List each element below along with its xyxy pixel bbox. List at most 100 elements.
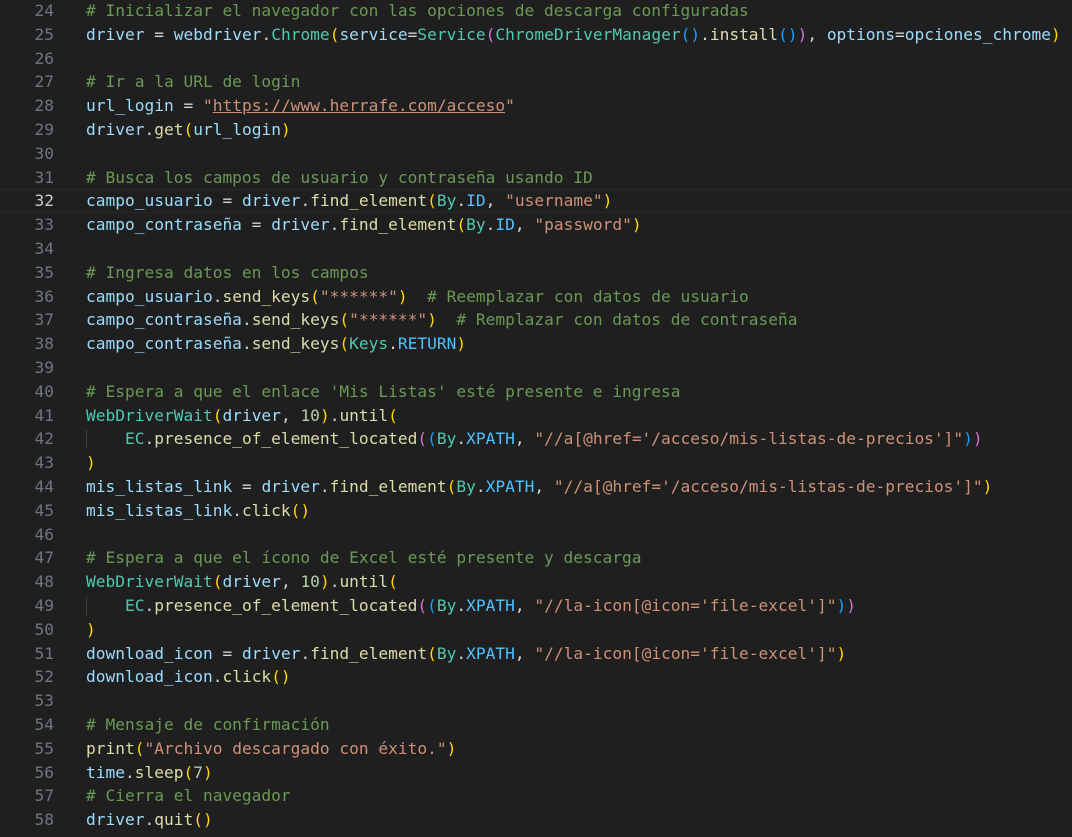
code-text: campo_usuario.send_keys("******") # Reem… xyxy=(86,285,749,309)
line-number: 27 xyxy=(34,72,55,92)
code-line[interactable]: 29 driver.get(url_login) xyxy=(0,118,1072,142)
code-text: EC.presence_of_element_located((By.XPATH… xyxy=(86,427,983,451)
code-line[interactable]: 30 xyxy=(0,142,1072,166)
code-line[interactable]: 39 xyxy=(0,356,1072,380)
code-token: get xyxy=(154,120,184,139)
code-line[interactable]: 47 # Espera a que el ícono de Excel esté … xyxy=(0,546,1072,570)
line-number: 45 xyxy=(34,500,55,520)
code-token: send_keys xyxy=(222,286,311,306)
code-token: = xyxy=(212,191,242,211)
code-token: 10 xyxy=(300,405,320,425)
code-token: Service xyxy=(417,24,486,44)
code-token: # Remplazar con datos de contraseña xyxy=(456,310,798,330)
code-token: https://www.herrafe.com/acceso xyxy=(212,96,506,116)
code-token: ( xyxy=(427,429,437,449)
code-line[interactable]: 44 mis_listas_link = driver.find_element(… xyxy=(0,475,1072,499)
code-token: ) xyxy=(280,120,291,139)
code-text: download_icon = driver.find_element(By.X… xyxy=(86,642,846,666)
code-line[interactable]: 24 # Inicializar el navegador con las opc… xyxy=(0,0,1072,23)
code-line[interactable]: 36 campo_usuario.send_keys("******") # Re… xyxy=(0,285,1072,309)
code-line[interactable]: 38 campo_contraseña.send_keys(Keys.RETURN… xyxy=(0,332,1072,356)
code-token: , xyxy=(534,477,554,496)
code-line[interactable]: 57 # Cierra el navegador xyxy=(0,784,1072,808)
code-line[interactable]: 40 # Espera a que el enlace 'Mis Listas' … xyxy=(0,380,1072,404)
line-number: 35 xyxy=(34,262,55,282)
code-token: , xyxy=(514,215,535,235)
code-token: # Reemplazar con datos de usuario xyxy=(427,286,749,306)
line-number: 47 xyxy=(34,548,55,568)
code-line[interactable]: 49 EC.presence_of_element_located((By.XP… xyxy=(0,594,1072,618)
code-line[interactable]: 54 # Mensaje de confirmación xyxy=(0,713,1072,737)
code-editor[interactable]: 24 # Inicializar el navegador con las opc… xyxy=(0,0,1072,837)
code-text: mis_listas_link.click() xyxy=(86,499,310,523)
line-number: 31 xyxy=(34,167,55,187)
code-line[interactable]: 27 # Ir a la URL de login xyxy=(0,70,1072,94)
code-line[interactable]: 31 # Busca los campos de usuario y contra… xyxy=(0,166,1072,190)
code-token: WebDriverWait xyxy=(86,572,213,592)
code-token: ID xyxy=(466,191,486,211)
code-line[interactable]: 28 url_login = "https://www.herrafe.com/a… xyxy=(0,94,1072,118)
line-number: 29 xyxy=(34,120,55,139)
code-line[interactable]: 45 mis_listas_link.click() xyxy=(0,499,1072,523)
code-token: download_icon xyxy=(86,643,213,663)
code-token: ) xyxy=(836,596,847,615)
code-token: ( xyxy=(310,286,320,306)
code-token: time xyxy=(86,762,125,782)
code-token: ) xyxy=(456,334,467,354)
code-line[interactable]: 48 WebDriverWait(driver, 10).until( xyxy=(0,570,1072,594)
code-line[interactable]: 35 # Ingresa datos en los campos xyxy=(0,261,1072,285)
code-token: "******" xyxy=(349,310,428,330)
code-line[interactable]: 46 xyxy=(0,523,1072,547)
code-line[interactable]: 56 time.sleep(7) xyxy=(0,761,1072,785)
code-token: ( xyxy=(212,405,223,425)
code-text: # Ir a la URL de login xyxy=(86,70,300,94)
code-line[interactable]: 41 WebDriverWait(driver, 10).until( xyxy=(0,404,1072,428)
code-token: ( xyxy=(485,24,496,44)
code-line[interactable]: 25 driver = webdriver.Chrome(service=Serv… xyxy=(0,23,1072,47)
code-token: , xyxy=(514,429,535,449)
code-token: By xyxy=(436,191,457,211)
code-line[interactable]: 34 xyxy=(0,237,1072,261)
code-token: ( xyxy=(417,596,428,615)
code-line[interactable]: 42 EC.presence_of_element_located((By.XP… xyxy=(0,427,1072,451)
code-line[interactable]: 55 print("Archivo descargado con éxito.") xyxy=(0,737,1072,761)
line-number: 55 xyxy=(34,738,55,758)
code-token: ) xyxy=(427,310,437,330)
code-text: campo_contraseña = driver.find_element(B… xyxy=(86,213,642,237)
code-line[interactable]: 50) xyxy=(0,618,1072,642)
code-token: ) xyxy=(446,738,457,758)
code-token: ) xyxy=(963,429,973,449)
line-number: 56 xyxy=(34,762,55,782)
code-token: . xyxy=(300,191,311,211)
code-line[interactable]: 33 campo_contraseña = driver.find_element… xyxy=(0,213,1072,237)
code-token: . xyxy=(700,24,710,44)
code-token: = xyxy=(895,24,905,44)
code-line[interactable]: 37 campo_contraseña.send_keys("******") #… xyxy=(0,308,1072,332)
code-text: time.sleep(7) xyxy=(86,761,213,785)
code-line[interactable]: 26 xyxy=(0,47,1072,71)
line-number: 36 xyxy=(34,286,55,306)
code-line[interactable]: 52 download_icon.click() xyxy=(0,665,1072,689)
code-token: url_login xyxy=(193,120,281,139)
code-line[interactable]: 51 download_icon = driver.find_element(By… xyxy=(0,642,1072,666)
code-token: ) xyxy=(397,286,408,306)
code-token: () xyxy=(271,667,291,687)
code-token: . xyxy=(124,762,135,782)
line-number: 33 xyxy=(34,215,55,235)
code-line[interactable]: 58 driver.quit() xyxy=(0,808,1072,832)
line-number: 34 xyxy=(34,239,55,258)
line-number: 30 xyxy=(34,143,55,163)
line-number: 48 xyxy=(34,572,55,592)
code-token: ) xyxy=(319,572,330,592)
code-line[interactable]: 53 xyxy=(0,689,1072,713)
code-line[interactable]: 32 campo_usuario = driver.find_element(By… xyxy=(0,189,1072,213)
code-token: . xyxy=(475,477,486,496)
code-token: By xyxy=(436,643,457,663)
line-number: 44 xyxy=(34,477,55,496)
code-line[interactable]: 43) xyxy=(0,451,1072,475)
code-token: "******" xyxy=(319,286,398,306)
code-token: ) xyxy=(319,405,330,425)
